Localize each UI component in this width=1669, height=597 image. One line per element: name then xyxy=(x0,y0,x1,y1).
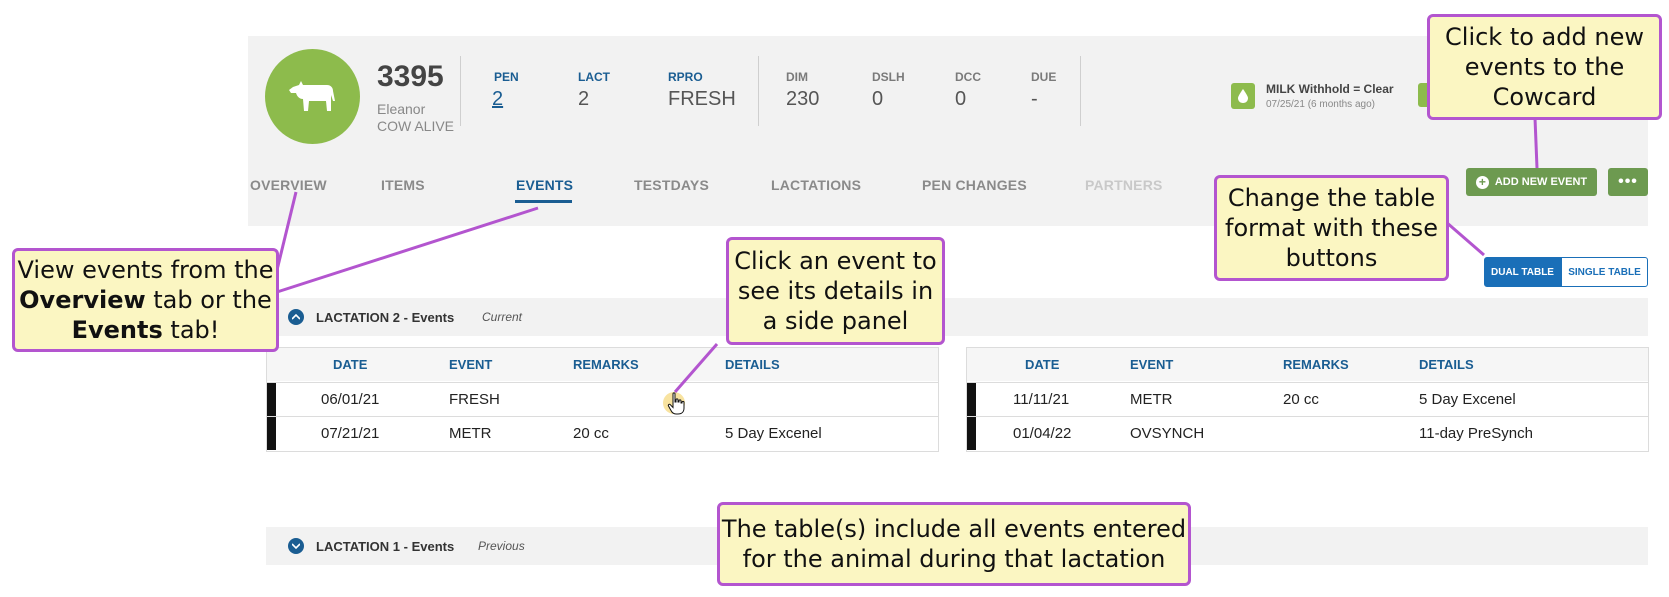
callout-click-event: Click an event to see its details in a s… xyxy=(726,237,945,345)
connector-line xyxy=(1533,117,1539,169)
callout-text: tab or the xyxy=(145,286,272,314)
callout-text: View events from the xyxy=(17,256,274,284)
callout-change-format: Change the table format with these butto… xyxy=(1214,175,1449,281)
callout-add-new-event: Click to add new events to the Cowcard xyxy=(1427,14,1662,120)
connector-line xyxy=(1445,220,1485,257)
callout-text-bold: Events xyxy=(71,316,163,344)
callout-tables-include: The table(s) include all events entered … xyxy=(717,502,1191,586)
callout-text-bold: Overview xyxy=(19,286,146,314)
connector-line xyxy=(275,191,298,271)
connector-line xyxy=(673,343,719,393)
connector-line xyxy=(276,206,539,294)
callout-view-events: View events from the Overview tab or the… xyxy=(12,248,279,352)
callout-text: tab! xyxy=(162,316,220,344)
